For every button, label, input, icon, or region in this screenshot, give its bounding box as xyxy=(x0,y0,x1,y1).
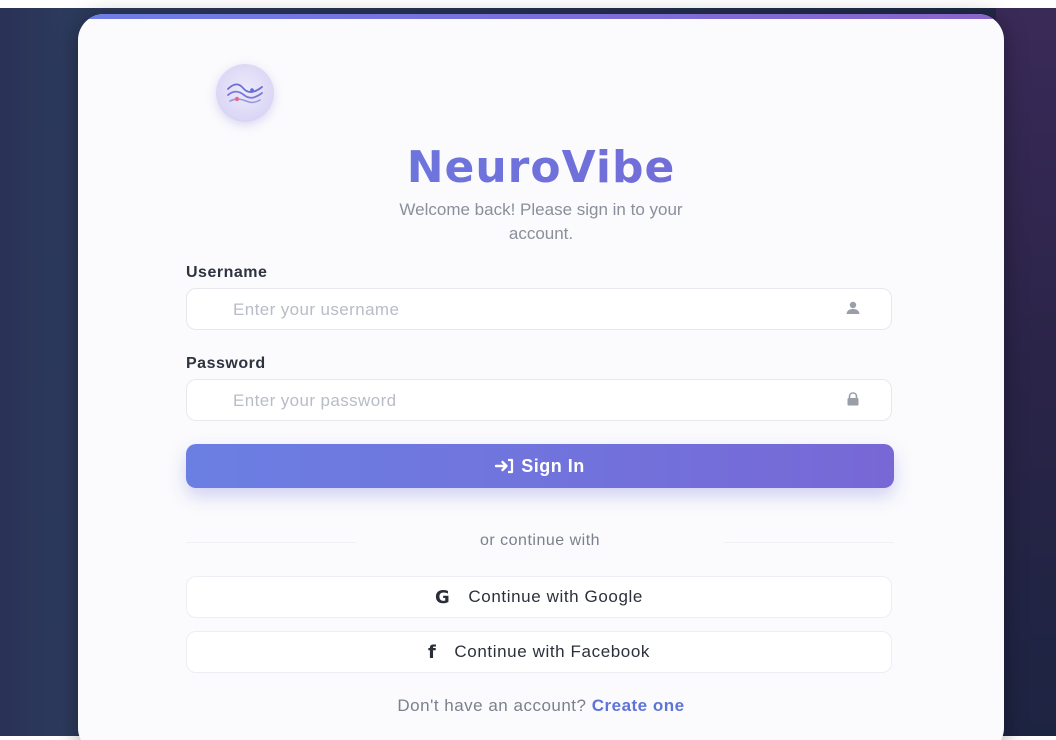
facebook-signin-label: Continue with Facebook xyxy=(454,642,651,661)
social-divider: or continue with xyxy=(186,532,894,552)
facebook-signin-button[interactable]: f Continue with Facebook xyxy=(186,631,892,673)
lock-icon xyxy=(845,392,861,408)
brain-wave-logo-icon xyxy=(216,64,274,122)
welcome-subtitle-line2: account. xyxy=(508,224,574,243)
welcome-subtitle: Welcome back! Please sign in to your acc… xyxy=(186,198,896,246)
login-card: NeuroVibe Welcome back! Please sign in t… xyxy=(78,14,1004,740)
page-backdrop-right xyxy=(996,8,1056,736)
username-label: Username xyxy=(186,264,268,281)
sign-in-button[interactable]: Sign In xyxy=(186,444,894,488)
username-field-wrapper xyxy=(186,288,892,331)
create-account-link[interactable]: Create one xyxy=(592,696,685,715)
google-signin-label: Continue with Google xyxy=(468,587,643,606)
brand-title: NeuroVibe xyxy=(186,142,896,193)
sign-in-label: Sign In xyxy=(521,455,585,476)
facebook-icon: f xyxy=(427,641,437,663)
google-signin-button[interactable]: G Continue with Google xyxy=(186,576,892,618)
google-icon: G xyxy=(435,586,451,608)
signup-prompt-text: Don't have an account? xyxy=(397,696,587,715)
username-input[interactable] xyxy=(231,289,795,331)
sign-in-arrow-icon xyxy=(495,458,514,474)
password-input[interactable] xyxy=(231,380,795,422)
welcome-subtitle-line1: Welcome back! Please sign in to your xyxy=(399,200,683,219)
user-icon xyxy=(845,301,861,317)
password-field-wrapper xyxy=(186,379,892,422)
card-accent-bar xyxy=(78,14,1004,19)
signup-prompt: Don't have an account? Create one xyxy=(186,696,896,716)
divider-text: or continue with xyxy=(479,532,601,549)
password-label: Password xyxy=(186,355,266,372)
